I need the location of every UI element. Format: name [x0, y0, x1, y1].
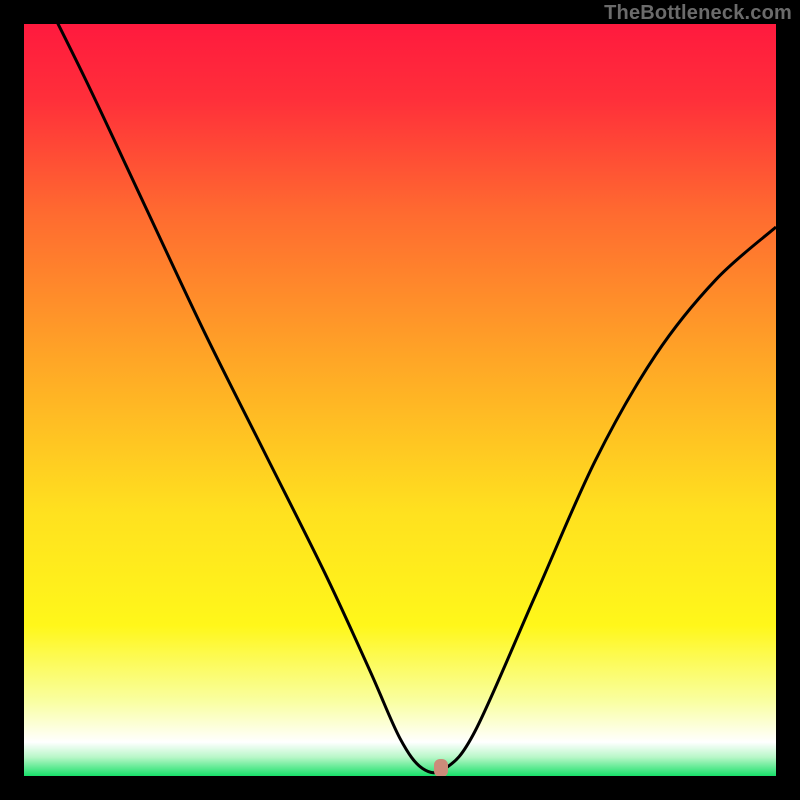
chart-container: TheBottleneck.com	[0, 0, 800, 800]
optimal-point-marker	[434, 759, 448, 776]
attribution-label: TheBottleneck.com	[604, 2, 792, 25]
plot-area	[24, 24, 776, 776]
bottleneck-curve	[24, 24, 776, 776]
